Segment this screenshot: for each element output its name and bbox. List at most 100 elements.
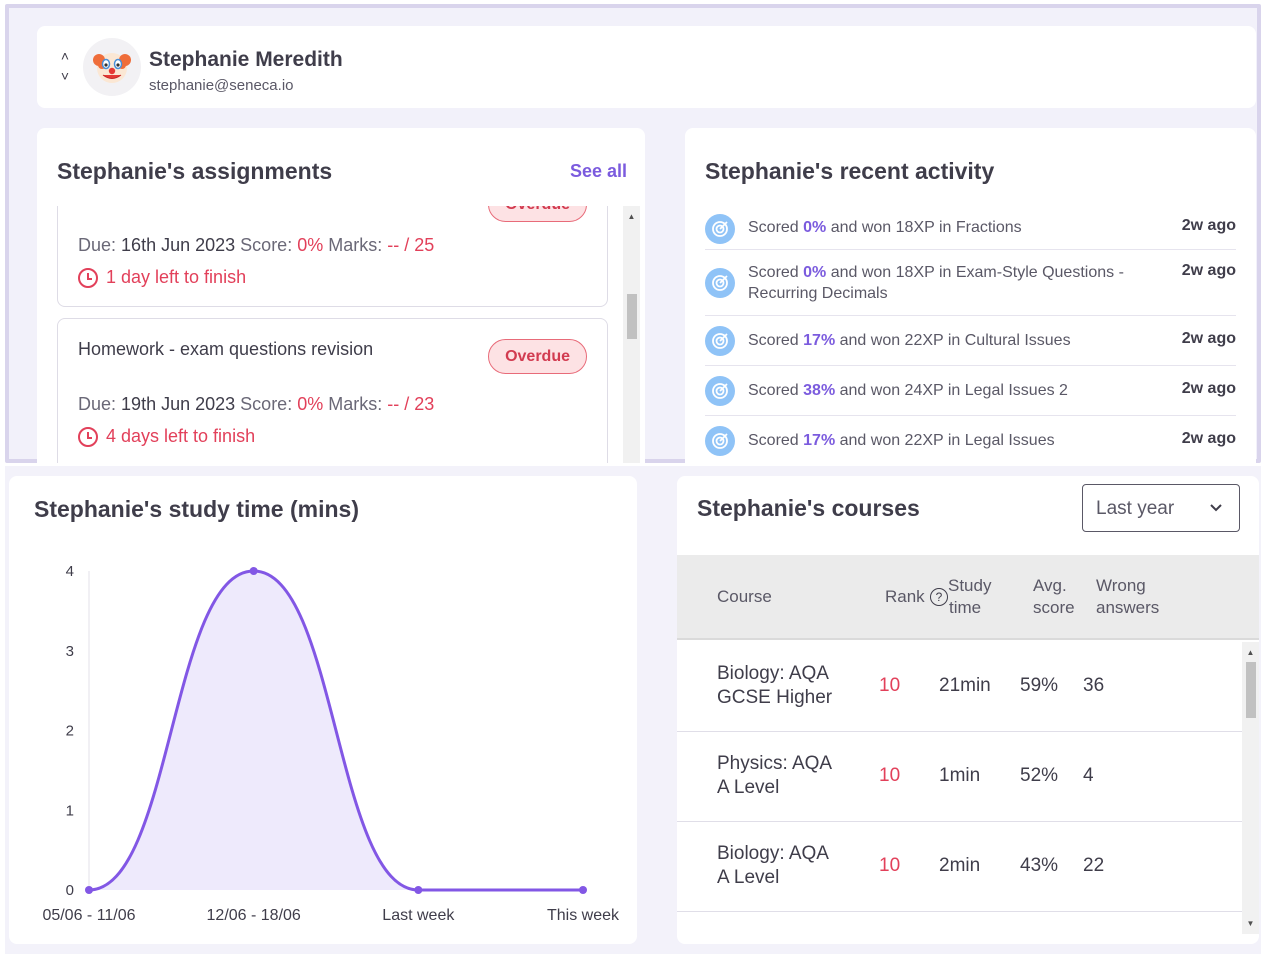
- study-time-card: Stephanie's study time (mins) 0 1 2 3 4 05/06…: [9, 476, 637, 944]
- courses-title: Stephanie's courses: [697, 495, 920, 521]
- recent-activity-card: Stephanie's recent activity Scored 0% an…: [685, 128, 1256, 463]
- y-tick-label: 0: [66, 882, 74, 899]
- activity-text: Scored 0% and won 18XP in Exam-Style Que…: [748, 264, 1124, 302]
- time-left: 1 day left to finish: [78, 267, 246, 288]
- activity-text: Scored 17% and won 22XP in Legal Issues: [748, 432, 1055, 449]
- course-avg-score: 52%: [1020, 765, 1059, 786]
- clown-face-icon: [93, 53, 131, 83]
- scroll-thumb[interactable]: [627, 294, 637, 339]
- marks-value: -- / 25: [387, 235, 435, 255]
- see-all-link[interactable]: See all: [570, 161, 627, 182]
- score-label: Score:: [240, 235, 293, 255]
- assignment-item[interactable]: Overdue Due: 16th Jun 2023 Score: 0% Mar…: [57, 206, 608, 307]
- data-point: [249, 567, 258, 575]
- help-icon[interactable]: ?: [930, 588, 948, 606]
- x-tick-label: This week: [547, 907, 620, 924]
- course-avg-score: 59%: [1020, 675, 1059, 696]
- chevron-down-icon: [1210, 504, 1222, 512]
- activity-row: Scored 17% and won 22XP in Cultural Issu…: [705, 316, 1236, 366]
- activity-text: Scored 17% and won 22XP in Cultural Issu…: [748, 332, 1071, 349]
- activity-row: Scored 38% and won 24XP in Legal Issues …: [705, 366, 1236, 416]
- activity-time: 2w ago: [1181, 380, 1236, 397]
- course-name: Biology: AQA GCSE Higher: [717, 663, 833, 708]
- header-study-time[interactable]: Study time: [948, 575, 991, 619]
- study-time-chart: 0 1 2 3 4 05/06 - 11/06 12/06 - 18/06 Last week…: [42, 563, 620, 924]
- course-row[interactable]: Physics: AQA A Level 10 1min 52% 4: [677, 732, 1242, 822]
- course-study-time: 2min: [939, 855, 981, 876]
- period-dropdown[interactable]: Last year: [1082, 484, 1240, 532]
- marks-value: -- / 23: [387, 394, 435, 414]
- scroll-thumb[interactable]: [1246, 662, 1256, 718]
- bottom-panel: Stephanie's study time (mins) 0 1 2 3 4 05/06…: [5, 466, 1261, 954]
- assignment-meta: Due: 19th Jun 2023 Score: 0% Marks: -- /…: [78, 394, 434, 415]
- header-wrong-answers[interactable]: Wrong answers: [1096, 575, 1159, 619]
- marks-label: Marks:: [328, 394, 383, 414]
- activity-row: Scored 0% and won 18XP in Exam-Style Que…: [705, 250, 1236, 316]
- y-tick-label: 3: [66, 643, 74, 660]
- student-header: ˄ ˅ Stephanie Meredith stephanie@seneca.…: [37, 26, 1256, 108]
- due-label: Due:: [78, 394, 117, 414]
- assignment-meta: Due: 16th Jun 2023 Score: 0% Marks: -- /…: [78, 235, 434, 256]
- course-name: Physics: AQA A Level: [717, 753, 833, 798]
- assignment-item[interactable]: Homework - exam questions revision Overd…: [57, 318, 608, 463]
- assignments-list[interactable]: Overdue Due: 16th Jun 2023 Score: 0% Mar…: [37, 206, 645, 463]
- time-left: 4 days left to finish: [78, 426, 255, 447]
- avatar: [83, 38, 141, 96]
- activity-score: 0%: [803, 219, 827, 236]
- overdue-badge: Overdue: [488, 206, 587, 222]
- activity-time: 2w ago: [1181, 217, 1236, 234]
- x-tick-label: 12/06 - 18/06: [207, 907, 301, 924]
- clock-icon: [78, 426, 98, 447]
- activity-time: 2w ago: [1181, 430, 1236, 447]
- course-wrong-answers: 36: [1083, 675, 1105, 696]
- score-value: 0%: [297, 235, 324, 255]
- due-label: Due:: [78, 235, 117, 255]
- header-course[interactable]: Course: [717, 586, 772, 608]
- activity-text: Scored 38% and won 24XP in Legal Issues …: [748, 382, 1068, 399]
- x-tick-label: 05/06 - 11/06: [42, 907, 135, 924]
- target-icon: [705, 326, 735, 356]
- overdue-badge: Overdue: [488, 339, 587, 374]
- assignments-scrollbar[interactable]: ▲: [623, 206, 640, 463]
- chevron-down-icon[interactable]: ˅: [61, 68, 69, 84]
- top-panel: ˄ ˅ Stephanie Meredith stephanie@seneca.…: [5, 4, 1261, 463]
- data-point: [414, 886, 423, 894]
- assignments-title: Stephanie's assignments: [57, 158, 333, 184]
- period-value: Last year: [1096, 498, 1175, 519]
- scroll-up-icon[interactable]: ▲: [1242, 644, 1259, 661]
- target-icon: [705, 376, 735, 406]
- header-avg-score[interactable]: Avg. score: [1033, 575, 1075, 619]
- activity-time: 2w ago: [1181, 330, 1236, 347]
- course-rank: 10: [879, 675, 901, 696]
- courses-scrollbar[interactable]: ▲ ▼: [1242, 642, 1259, 934]
- course-study-time: 1min: [939, 765, 981, 786]
- time-left-text: 1 day left to finish: [106, 267, 247, 287]
- student-email: stephanie@seneca.io: [149, 77, 294, 94]
- due-date: 19th Jun 2023: [121, 394, 236, 414]
- course-rank: 10: [879, 765, 901, 786]
- target-icon: [705, 214, 735, 244]
- activity-row: Scored 17% and won 22XP in Legal Issues …: [705, 416, 1236, 463]
- course-row[interactable]: Biology: AQA GCSE Higher 10 21min 59% 36: [677, 642, 1242, 732]
- student-name: Stephanie Meredith: [149, 48, 343, 71]
- header-rank[interactable]: Rank: [885, 586, 925, 608]
- top-panel-inner: ˄ ˅ Stephanie Meredith stephanie@seneca.…: [9, 8, 1257, 463]
- target-icon: [705, 268, 735, 298]
- due-date: 16th Jun 2023: [121, 235, 236, 255]
- activity-text: Scored 0% and won 18XP in Fractions: [748, 219, 1022, 236]
- student-switcher: ˄ ˅: [57, 48, 73, 84]
- courses-table-header: Course Rank ? Study time Avg. score Wrong a…: [677, 555, 1259, 640]
- time-left-text: 4 days left to finish: [106, 426, 256, 446]
- target-icon: [705, 426, 735, 456]
- scroll-down-icon[interactable]: ▼: [1242, 915, 1259, 932]
- course-wrong-answers: 22: [1083, 855, 1105, 876]
- activity-score: 38%: [803, 382, 836, 399]
- scroll-up-icon[interactable]: ▲: [623, 208, 640, 225]
- y-tick-label: 2: [66, 723, 74, 740]
- course-row[interactable]: Biology: AQA A Level 10 2min 43% 22: [677, 822, 1242, 912]
- chevron-up-icon[interactable]: ˄: [61, 48, 69, 64]
- activity-time: 2w ago: [1181, 262, 1236, 279]
- data-point: [579, 886, 587, 894]
- course-study-time: 21min: [939, 675, 991, 696]
- clock-icon: [78, 267, 98, 288]
